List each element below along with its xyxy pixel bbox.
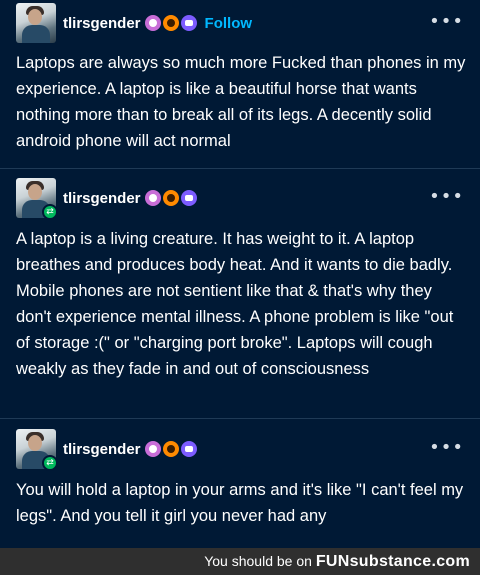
badge-icon[interactable] (180, 15, 197, 31)
badge-icon[interactable] (162, 441, 179, 457)
avatar[interactable] (16, 3, 56, 43)
watermark-prefix: You should be on (204, 553, 312, 569)
brand-part: substance (349, 553, 432, 570)
watermark-text: You should be on FUNsubstance.com (204, 553, 470, 571)
badge-icon[interactable] (162, 190, 179, 206)
badge-icon[interactable] (144, 190, 161, 206)
post-header: ⇄ tlirsgender (16, 178, 199, 220)
badges (144, 15, 199, 31)
username[interactable]: tlirsgender (63, 190, 141, 207)
badges (144, 441, 199, 457)
username[interactable]: tlirsgender (63, 441, 141, 458)
follow-button[interactable]: Follow (205, 15, 253, 32)
badge-icon[interactable] (180, 190, 197, 206)
more-icon[interactable]: ••• (429, 11, 464, 32)
avatar-body (22, 25, 50, 43)
avatar[interactable]: ⇄ (16, 178, 58, 220)
post-header: tlirsgender Follow (16, 3, 252, 43)
divider (0, 168, 480, 169)
more-icon[interactable]: ••• (429, 186, 464, 207)
badge-icon[interactable] (144, 15, 161, 31)
reblog-icon: ⇄ (42, 455, 58, 471)
badges (144, 190, 199, 206)
brand-part: FUN (315, 553, 350, 570)
post-header: ⇄ tlirsgender (16, 429, 199, 471)
badge-icon[interactable] (180, 441, 197, 457)
post-body: A laptop is a living creature. It has we… (16, 230, 454, 378)
post-body: You will hold a laptop in your arms and … (16, 481, 464, 525)
tumblr-thread: tlirsgender Follow ••• Laptops are alway… (0, 0, 480, 575)
reblog-icon: ⇄ (42, 204, 58, 220)
avatar-face (28, 435, 42, 451)
post-body: Laptops are always so much more Fucked t… (16, 54, 466, 150)
brand-part: .com (431, 553, 470, 570)
brand-logo: FUNsubstance.com (316, 553, 470, 570)
username[interactable]: tlirsgender (63, 15, 141, 32)
badge-icon[interactable] (144, 441, 161, 457)
avatar[interactable]: ⇄ (16, 429, 58, 471)
avatar-face (28, 184, 42, 200)
avatar-face (28, 9, 42, 25)
watermark-bar: You should be on FUNsubstance.com (0, 548, 480, 575)
divider (0, 418, 480, 419)
more-icon[interactable]: ••• (429, 437, 464, 458)
badge-icon[interactable] (162, 15, 179, 31)
